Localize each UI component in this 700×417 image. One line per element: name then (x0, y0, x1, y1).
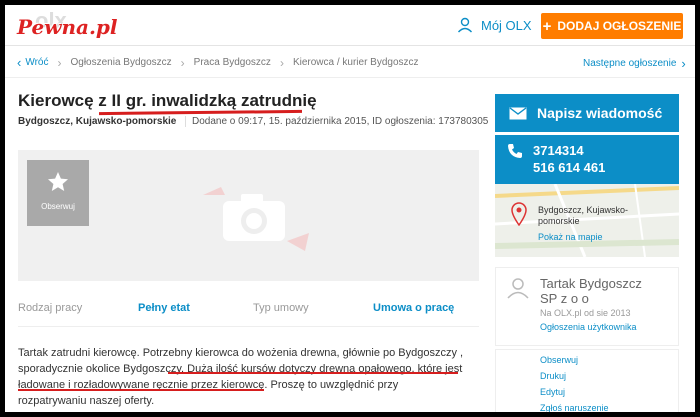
chevron-right-icon: › (180, 55, 185, 70)
send-message-button[interactable]: Napisz wiadomość (495, 94, 679, 132)
chevron-left-icon: ‹ (17, 55, 22, 70)
param-label-job-type: Rodzaj pracy (18, 302, 83, 314)
user-avatar-icon (507, 278, 529, 299)
edit-link[interactable]: Edytuj (540, 387, 565, 397)
header-divider (5, 45, 695, 46)
follow-link[interactable]: Obserwuj (540, 355, 578, 365)
add-ad-label: DODAJ OGŁOSZENIE (557, 19, 682, 33)
seller-name: Tartak Bydgoszcz SP z o o (540, 276, 642, 306)
back-label: Wróć (25, 57, 49, 68)
star-icon (48, 172, 68, 191)
chevron-right-icon: › (279, 55, 284, 70)
seller-since: Na OLX.pl od sie 2013 (540, 308, 631, 318)
next-ad-link[interactable]: Następne ogłoszenie › (583, 56, 686, 71)
next-ad-label: Następne ogłoszenie (583, 58, 677, 69)
plus-icon: + (542, 17, 552, 35)
listing-title: Kierowcę z II gr. inwalidzką zatrudnię (18, 91, 317, 110)
param-label-contract-type: Typ umowy (253, 302, 309, 314)
user-icon (457, 17, 473, 33)
map-pin-icon (511, 202, 527, 226)
phone-icon (508, 144, 522, 158)
follow-label: Obserwuj (41, 202, 75, 211)
page-frame: olx Pewna.pl Mój OLX + DODAJ OGŁOSZENIE … (5, 5, 695, 412)
annotation-underline (18, 389, 264, 391)
camera-icon (203, 187, 309, 251)
follow-button[interactable]: Obserwuj (27, 160, 89, 226)
chevron-right-icon: › (681, 56, 686, 71)
map-location-text: Bydgoszcz, Kujawsko- pomorskie (538, 205, 628, 227)
phone-box[interactable]: 3714314 516 614 461 (495, 135, 679, 184)
send-message-label: Napisz wiadomość (537, 105, 663, 121)
listing-location[interactable]: Bydgoszcz, Kujawsko-pomorskie (18, 116, 176, 127)
phone-number[interactable]: 3714314 (533, 143, 584, 158)
map-location-line: pomorskie (538, 216, 580, 226)
location-map[interactable]: Bydgoszcz, Kujawsko- pomorskie Pokaż na … (495, 184, 679, 257)
breadcrumb-item[interactable]: Kierowca / kurier Bydgoszcz (293, 57, 419, 68)
add-ad-button[interactable]: + DODAJ OGŁOSZENIE (541, 13, 683, 39)
breadcrumb-divider (5, 77, 695, 78)
params-divider (18, 326, 479, 327)
my-olx-label: Mój OLX (481, 17, 532, 33)
annotation-underline (168, 372, 458, 374)
map-location-line: Bydgoszcz, Kujawsko- (538, 205, 629, 215)
watermark-logo: Pewna.pl (17, 15, 118, 39)
param-value-job-type[interactable]: Pełny etat (138, 302, 190, 314)
back-link[interactable]: ‹ Wróć (17, 55, 49, 70)
breadcrumb-item[interactable]: Ogłoszenia Bydgoszcz (71, 57, 172, 68)
listing-meta: Dodane o 09:17, 15. października 2015, I… (185, 116, 488, 127)
chevron-right-icon: › (57, 55, 62, 70)
show-on-map-link[interactable]: Pokaż na mapie (538, 232, 603, 242)
breadcrumb-item[interactable]: Praca Bydgoszcz (194, 57, 271, 68)
param-value-contract-type[interactable]: Umowa o pracę (373, 302, 454, 314)
phone-number[interactable]: 516 614 461 (533, 160, 605, 175)
print-link[interactable]: Drukuj (540, 371, 566, 381)
envelope-icon (509, 106, 527, 119)
user-ads-link[interactable]: Ogłoszenia użytkownika (540, 322, 637, 332)
my-olx-link[interactable]: Mój OLX (457, 17, 532, 33)
breadcrumb: ‹ Wróć › Ogłoszenia Bydgoszcz › Praca By… (17, 55, 419, 70)
report-link[interactable]: Zgłoś naruszenie (540, 403, 609, 412)
listing-description: Tartak zatrudni kierowcę. Potrzebny kier… (18, 347, 464, 407)
